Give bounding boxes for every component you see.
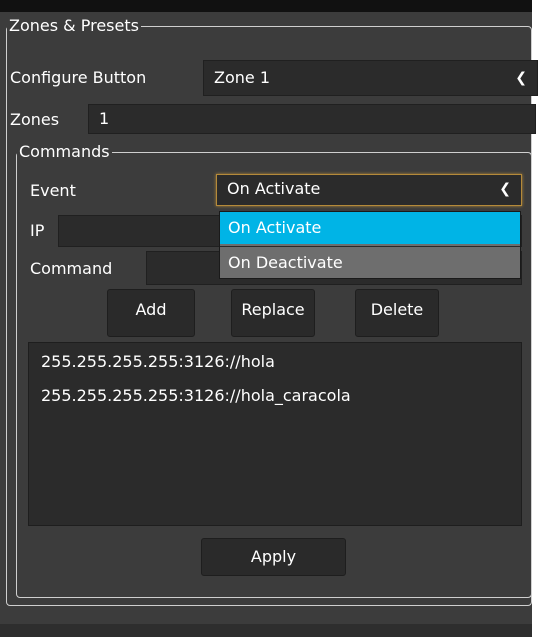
event-option-on-activate[interactable]: On Activate [220,212,520,244]
configure-button-label: Configure Button [10,68,147,87]
configure-button-select[interactable]: Zone 1 ❮ [203,60,538,96]
event-label: Event [30,181,76,200]
commands-title: Commands [19,142,110,161]
chevron-down-icon: ❮ [499,181,511,197]
commands-list[interactable]: 255.255.255.255:3126://hola 255.255.255.… [28,342,522,526]
configure-button-value: Zone 1 [214,68,270,87]
zones-presets-title: Zones & Presets [9,16,139,35]
command-label: Command [30,259,113,278]
apply-button[interactable]: Apply [201,538,346,576]
zones-input[interactable]: 1 [88,104,536,134]
event-option-on-deactivate[interactable]: On Deactivate [220,246,520,278]
chevron-down-icon: ❮ [515,70,527,86]
event-dropdown-list: On Activate On Deactivate [219,211,521,279]
event-value: On Activate [227,179,321,198]
list-item[interactable]: 255.255.255.255:3126://hola_caracola [41,386,351,406]
zones-label: Zones [10,110,60,129]
event-select[interactable]: On Activate ❮ [216,174,522,206]
add-button[interactable]: Add [107,289,195,337]
ip-label: IP [30,221,45,240]
replace-button[interactable]: Replace [231,289,315,337]
delete-button[interactable]: Delete [355,289,439,337]
title-bar [0,0,544,12]
bottom-strip [0,624,532,637]
list-item[interactable]: 255.255.255.255:3126://hola [41,352,275,372]
